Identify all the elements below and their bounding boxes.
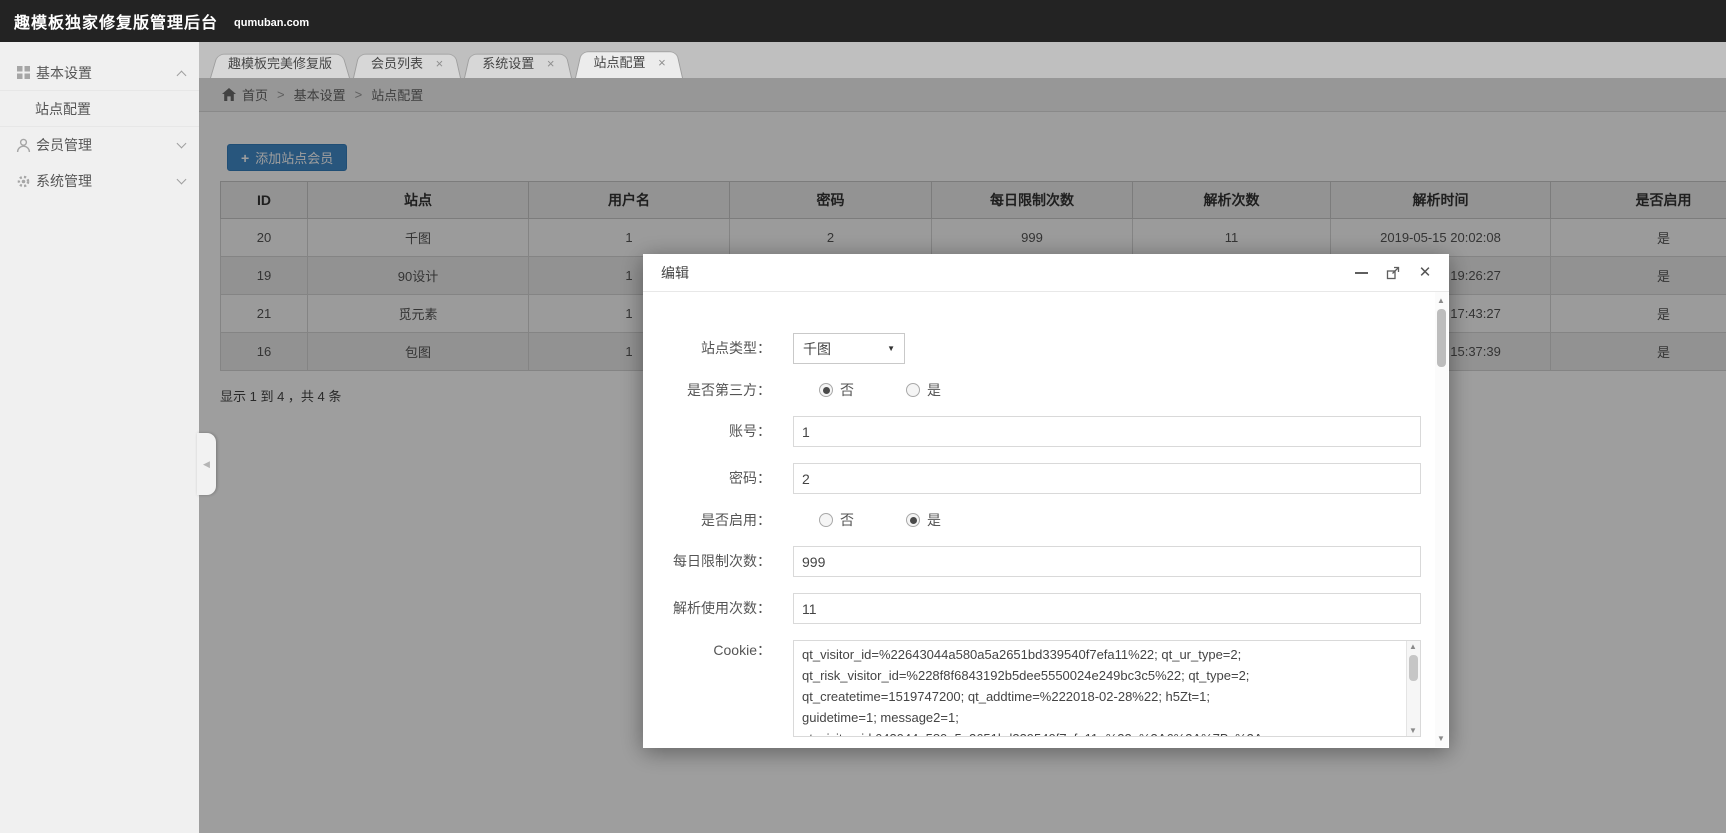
sidebar-subitem-label: 站点配置 (35, 99, 91, 119)
dialog-body: 站点类型： 千图 ▼ 是否第三方： 否 是 (643, 292, 1449, 747)
close-button[interactable]: ✕ (1417, 265, 1433, 281)
gear-icon (15, 173, 31, 189)
field-label-third-party: 是否第三方： (643, 380, 793, 400)
app-title: 趣模板独家修复版管理后台 (14, 9, 218, 33)
tab-home[interactable]: 趣模板完美修复版 (210, 51, 350, 78)
maximize-icon (1386, 266, 1400, 280)
scroll-down-icon[interactable]: ▼ (1409, 726, 1417, 735)
chevron-down-icon (177, 138, 187, 148)
sidebar-item-member-management[interactable]: 会员管理 (0, 127, 199, 163)
password-input[interactable] (793, 463, 1421, 494)
site-type-select[interactable]: 千图 ▼ (793, 333, 905, 364)
field-label-cookie: Cookie： (643, 640, 793, 737)
dialog-header: 编辑 ✕ (643, 254, 1449, 292)
radio-checked-icon (819, 383, 833, 397)
site-domain: qumuban.com (234, 17, 309, 29)
minimize-button[interactable] (1353, 265, 1369, 281)
scroll-up-icon[interactable]: ▲ (1409, 642, 1417, 651)
scrollbar-thumb[interactable] (1409, 655, 1418, 681)
tab-member-list[interactable]: 会员列表 × (353, 51, 461, 78)
third-party-no-radio[interactable]: 否 (819, 380, 854, 400)
field-label-account: 账号： (643, 416, 793, 447)
maximize-button[interactable] (1385, 265, 1401, 281)
scroll-up-icon[interactable]: ▲ (1437, 296, 1445, 305)
dialog-title: 编辑 (661, 263, 689, 283)
tab-close-icon[interactable]: × (436, 56, 444, 71)
sidebar-item-label: 会员管理 (36, 135, 92, 155)
tab-system-settings[interactable]: 系统设置 × (464, 51, 572, 78)
account-input[interactable] (793, 416, 1421, 447)
tab-close-icon[interactable]: × (658, 55, 666, 70)
sidebar-item-label: 系统管理 (36, 171, 92, 191)
field-label-enabled: 是否启用： (643, 510, 793, 530)
sidebar-collapse-handle[interactable]: ◀ (197, 433, 216, 495)
edit-dialog: 编辑 ✕ 站点类型： 千图 ▼ 是否第三方： (643, 254, 1449, 748)
field-label-password: 密码： (643, 463, 793, 494)
tab-label: 站点配置 (593, 55, 645, 70)
sidebar-item-system-management[interactable]: 系统管理 (0, 163, 199, 199)
user-icon (15, 137, 31, 153)
enabled-no-radio[interactable]: 否 (819, 510, 854, 530)
radio-label: 否 (840, 380, 854, 400)
field-label-daily-limit: 每日限制次数： (643, 546, 793, 577)
cookie-value: qt_visitor_id=%22643044a580a5a2651bd3395… (794, 641, 1406, 736)
radio-label: 否 (840, 510, 854, 530)
sidebar-item-basic-settings[interactable]: 基本设置 (0, 55, 199, 91)
daily-limit-input[interactable] (793, 546, 1421, 577)
radio-label: 是 (927, 510, 941, 530)
third-party-yes-radio[interactable]: 是 (906, 380, 941, 400)
tab-label: 会员列表 (371, 56, 423, 71)
sidebar: 基本设置 站点配置 会员管理 系统管理 (0, 42, 199, 833)
radio-label: 是 (927, 380, 941, 400)
scrollbar-thumb[interactable] (1437, 309, 1446, 367)
grid-icon (15, 65, 31, 81)
enabled-yes-radio[interactable]: 是 (906, 510, 941, 530)
collapse-left-icon: ◀ (203, 459, 210, 470)
close-icon: ✕ (1419, 265, 1432, 280)
topbar: 趣模板独家修复版管理后台 qumuban.com (0, 0, 1726, 42)
field-label-parse-used: 解析使用次数： (643, 593, 793, 624)
textarea-scrollbar[interactable]: ▲ ▼ (1406, 641, 1420, 736)
tab-label: 趣模板完美修复版 (228, 56, 332, 71)
parse-used-input[interactable] (793, 593, 1421, 624)
sidebar-item-site-config[interactable]: 站点配置 (0, 91, 199, 127)
chevron-down-icon: ▼ (887, 344, 895, 353)
select-value: 千图 (803, 339, 831, 359)
scroll-down-icon[interactable]: ▼ (1437, 734, 1445, 743)
tab-close-icon[interactable]: × (547, 56, 555, 71)
sidebar-item-label: 基本设置 (36, 63, 92, 83)
dialog-scrollbar[interactable]: ▲ ▼ (1435, 292, 1448, 747)
radio-unchecked-icon (906, 383, 920, 397)
minimize-icon (1355, 272, 1368, 274)
cookie-textarea[interactable]: qt_visitor_id=%22643044a580a5a2651bd3395… (793, 640, 1421, 737)
chevron-up-icon (177, 70, 187, 80)
tab-site-config[interactable]: 站点配置 × (575, 48, 683, 78)
tab-bar: 趣模板完美修复版 会员列表 × 系统设置 × 站点配置 × (199, 42, 1726, 78)
radio-unchecked-icon (819, 513, 833, 527)
tab-label: 系统设置 (482, 56, 534, 71)
chevron-down-icon (177, 174, 187, 184)
field-label-site-type: 站点类型： (643, 333, 793, 364)
radio-checked-icon (906, 513, 920, 527)
